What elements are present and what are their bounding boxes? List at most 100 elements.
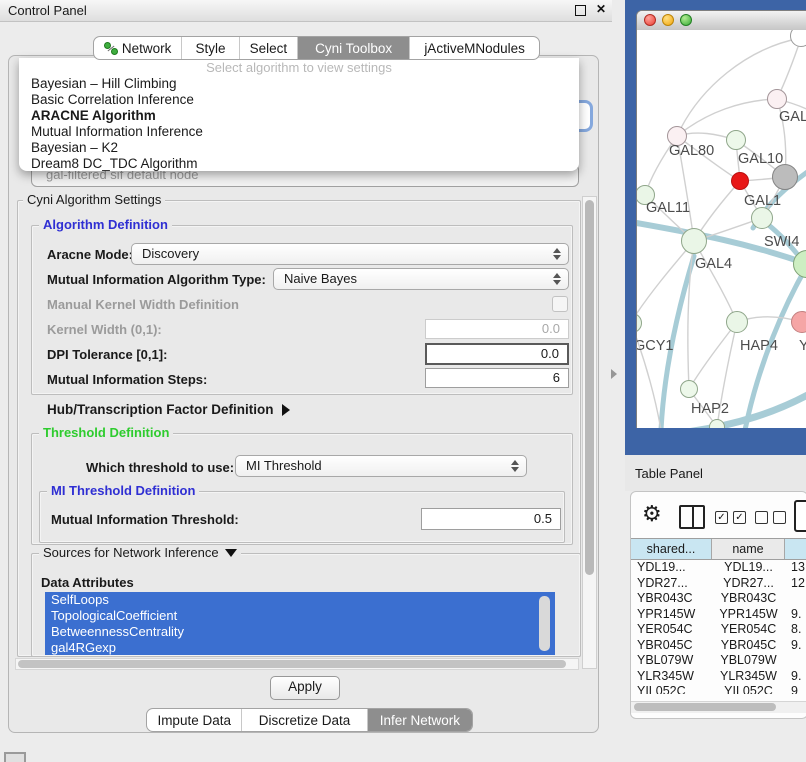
- tab-network[interactable]: Network: [94, 37, 181, 59]
- columns-icon[interactable]: [679, 505, 705, 529]
- tab-infer-network[interactable]: Infer Network: [367, 709, 472, 731]
- algorithm-list: Bayesian – Hill ClimbingBasic Correlatio…: [19, 76, 579, 172]
- mi-type-label: Mutual Information Algorithm Type:: [47, 272, 266, 287]
- network-node[interactable]: [726, 311, 748, 333]
- table-row[interactable]: YER054CYER054C8.: [631, 622, 806, 638]
- table-cell: YDR27...: [631, 576, 712, 592]
- network-node[interactable]: [681, 228, 707, 254]
- settings-vertical-scrollbar[interactable]: [582, 196, 597, 669]
- network-canvas[interactable]: GALGAL80GAL10GAL1GAL11SWI4GAL4GCY1HAP4YH…: [637, 30, 806, 428]
- table-row[interactable]: YDL19...YDL19...13: [631, 560, 806, 576]
- algorithm-option[interactable]: Dream8 DC_TDC Algorithm: [19, 156, 579, 172]
- data-attributes-list[interactable]: SelfLoopsTopologicalCoefficientBetweenne…: [45, 592, 555, 655]
- table-panel-title: Table Panel: [635, 466, 703, 481]
- attribute-item[interactable]: TopologicalCoefficient: [45, 608, 555, 624]
- network-node[interactable]: [731, 172, 749, 190]
- vertical-scrollbar-thumb[interactable]: [585, 200, 594, 575]
- zoom-traffic-light-icon[interactable]: [680, 14, 692, 26]
- table-horizontal-scrollbar[interactable]: [631, 701, 806, 713]
- table-cell: YBR043C: [631, 591, 712, 607]
- table-row[interactable]: YBL079WYBL079W: [631, 653, 806, 669]
- tab-impute-data[interactable]: Impute Data: [147, 709, 241, 731]
- network-view-window[interactable]: GALGAL80GAL10GAL1GAL11SWI4GAL4GCY1HAP4YH…: [636, 10, 806, 428]
- threshold-definition-title: Threshold Definition: [39, 426, 173, 439]
- algorithm-option[interactable]: Mutual Information Inference: [19, 124, 579, 140]
- node-label: GAL11: [646, 200, 690, 216]
- algorithm-option[interactable]: Bayesian – Hill Climbing: [19, 76, 579, 92]
- mi-threshold-field[interactable]: 0.5: [421, 508, 561, 530]
- which-threshold-select[interactable]: MI Threshold: [235, 455, 527, 477]
- table-row[interactable]: YBR045CYBR045C9.: [631, 638, 806, 654]
- checked-checkbox-icon: ✓: [733, 511, 746, 524]
- tab-cyni-toolbox-label: Cyni Toolbox: [315, 41, 392, 56]
- algorithm-option[interactable]: Bayesian – K2: [19, 140, 579, 156]
- attribute-item[interactable]: gal4RGexp: [45, 640, 555, 655]
- close-traffic-light-icon[interactable]: [644, 14, 656, 26]
- table-scrollbar-thumb[interactable]: [634, 703, 776, 711]
- data-attributes-label: Data Attributes: [41, 575, 134, 590]
- table-row[interactable]: YIL052CYIL052C9: [631, 684, 806, 694]
- network-node[interactable]: [767, 89, 787, 109]
- close-icon[interactable]: ✕: [596, 2, 606, 16]
- table-row[interactable]: YBR043CYBR043C: [631, 591, 806, 607]
- node-label: GAL10: [738, 151, 783, 167]
- table-cell: 9.: [785, 638, 806, 654]
- mi-steps-field[interactable]: 6: [425, 368, 569, 388]
- node-label: GAL1: [744, 193, 781, 209]
- minimized-window-icon[interactable]: [4, 752, 26, 762]
- tab-discretize-data-label: Discretize Data: [259, 713, 351, 728]
- node-label: GAL: [779, 109, 806, 125]
- node-label: HAP4: [740, 338, 778, 354]
- aracne-mode-select[interactable]: Discovery: [131, 243, 569, 265]
- tab-cyni-toolbox[interactable]: Cyni Toolbox: [297, 37, 409, 59]
- hub-definition-toggle[interactable]: Hub/Transcription Factor Definition: [47, 402, 290, 417]
- algorithm-option[interactable]: ARACNE Algorithm: [19, 108, 579, 124]
- algorithm-option[interactable]: Basic Correlation Inference: [19, 92, 579, 108]
- table-row[interactable]: YLR345WYLR345W9.: [631, 669, 806, 685]
- table-cell: 12: [785, 576, 806, 592]
- tab-select[interactable]: Select: [239, 37, 297, 59]
- node-label: Y: [799, 338, 806, 354]
- settings-horizontal-scrollbar[interactable]: [15, 658, 579, 670]
- deselect-all-checkboxes-icon[interactable]: [755, 511, 786, 524]
- manual-kernel-checkbox[interactable]: [552, 296, 568, 312]
- sources-title-text: Sources for Network Inference: [43, 545, 219, 560]
- minimize-traffic-light-icon[interactable]: [662, 14, 674, 26]
- app-window: Control Panel ✕ Network Style Select Cyn…: [0, 0, 806, 762]
- network-window-titlebar[interactable]: [637, 11, 806, 31]
- split-divider-arrow-icon[interactable]: [611, 369, 617, 379]
- attribute-item[interactable]: BetweennessCentrality: [45, 624, 555, 640]
- mi-type-select[interactable]: Naive Bayes: [273, 268, 569, 290]
- table-function-icon[interactable]: [794, 500, 806, 532]
- tab-infer-network-label: Infer Network: [380, 713, 460, 728]
- attributes-scrollbar-thumb[interactable]: [539, 596, 550, 651]
- mi-threshold-group-title: MI Threshold Definition: [47, 484, 199, 497]
- gear-icon[interactable]: ⚙: [642, 501, 662, 527]
- sources-group-title[interactable]: Sources for Network Inference: [39, 546, 241, 559]
- table-cell: [785, 653, 806, 669]
- column-header-extra[interactable]: [785, 539, 806, 559]
- tab-discretize-data[interactable]: Discretize Data: [241, 709, 366, 731]
- table-row[interactable]: YPR145WYPR145W9.: [631, 607, 806, 623]
- horizontal-scrollbar-thumb[interactable]: [18, 660, 566, 668]
- kernel-width-field[interactable]: 0.0: [425, 319, 569, 339]
- float-window-icon[interactable]: [575, 5, 586, 16]
- network-node[interactable]: [791, 311, 806, 333]
- column-header-shared-name[interactable]: shared...: [631, 539, 712, 559]
- dpi-tolerance-field[interactable]: 0.0: [425, 343, 569, 365]
- attribute-item[interactable]: SelfLoops: [45, 592, 555, 608]
- network-node[interactable]: [751, 207, 773, 229]
- network-node[interactable]: [726, 130, 746, 150]
- cyni-settings-group-title: Cyni Algorithm Settings: [23, 193, 165, 206]
- column-header-name[interactable]: name: [712, 539, 785, 559]
- select-all-checkboxes-icon[interactable]: ✓ ✓: [715, 511, 746, 524]
- tab-jactivemnodules[interactable]: jActiveMNodules: [409, 37, 539, 59]
- apply-button[interactable]: Apply: [270, 676, 340, 700]
- network-node[interactable]: [680, 380, 698, 398]
- tab-style[interactable]: Style: [181, 37, 238, 59]
- table-row[interactable]: YDR27...YDR27...12: [631, 576, 806, 592]
- control-panel-titlebar: Control Panel ✕: [0, 0, 612, 22]
- table-cell: YPR145W: [712, 607, 785, 623]
- network-node[interactable]: [709, 419, 725, 428]
- network-node[interactable]: [772, 164, 798, 190]
